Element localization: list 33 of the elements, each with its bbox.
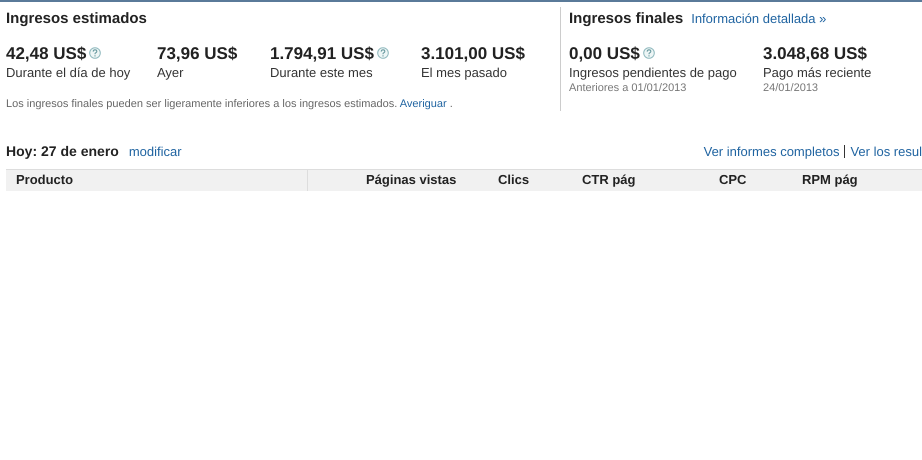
metric-label: El mes pasado [421, 64, 508, 82]
metric-label: Pago más reciente [763, 64, 872, 82]
column-header: Producto [16, 171, 74, 190]
date-heading: Hoy: 27 de enero [6, 142, 119, 161]
metric-label: Durante el día de hoy [6, 64, 132, 82]
section-title: Ingresos estimados [6, 9, 148, 28]
column-header: RPM pág [802, 171, 858, 190]
details-link[interactable]: Información detallada » [691, 9, 826, 28]
report-link[interactable]: Ver informes completos [704, 142, 840, 161]
metric-value: 1.794,91 US$ [270, 44, 374, 64]
help-icon[interactable] [89, 47, 102, 59]
metric-value: 3.048,68 US$ [763, 44, 867, 64]
help-icon[interactable] [376, 47, 389, 59]
column-header: CPC [719, 171, 746, 190]
metric-value: 3.101,00 US$ [421, 44, 525, 64]
metric-value: 0,00 US$ [569, 44, 640, 64]
metric-label: Ayer [157, 64, 184, 82]
help-icon[interactable] [642, 47, 655, 59]
metric-label: Ingresos pendientes de pago [569, 64, 738, 82]
metric-date: 24/01/2013 [763, 82, 820, 94]
column-header: Páginas vistas [366, 171, 456, 190]
metric-label: Durante este mes [270, 64, 374, 82]
metric-date: Anteriores a 01/01/2013 [569, 82, 688, 94]
metric-value: 73,96 US$ [157, 44, 238, 64]
note-text: Los ingresos finales pueden ser ligeramente inferiores a los ingresos estimados. [6, 98, 398, 110]
column-header: Clics [498, 171, 530, 190]
report-link[interactable]: Ver los resul [850, 142, 922, 161]
column-header: CTR pág [582, 171, 636, 190]
learn-more-link[interactable]: Averiguar [400, 98, 447, 110]
modify-link[interactable]: modificar [128, 142, 182, 161]
period-text: . [450, 98, 453, 110]
section-title: Ingresos finales [569, 9, 684, 29]
metric-value: 42,48 US$ [6, 44, 86, 64]
